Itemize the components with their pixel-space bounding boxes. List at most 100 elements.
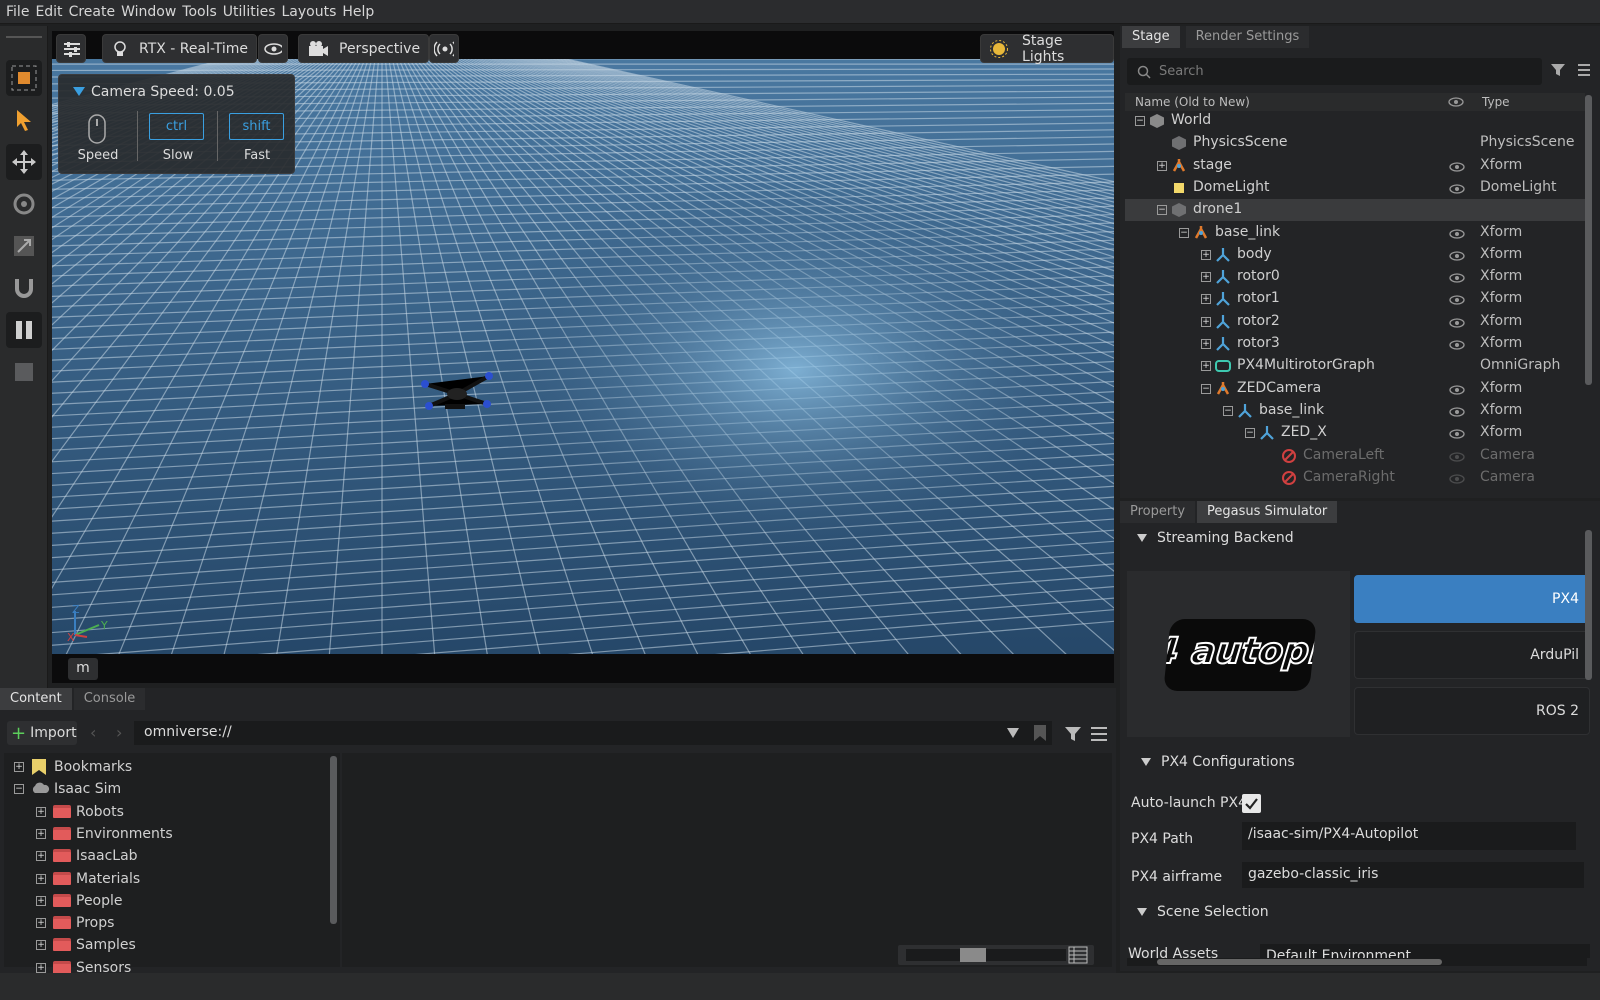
world-assets-dropdown[interactable]: Default Environment xyxy=(1260,944,1590,958)
menu-create[interactable]: Create xyxy=(69,4,116,20)
content-tree-item[interactable]: + People xyxy=(0,892,330,912)
stage-row-base-link[interactable]: − base_link Xform xyxy=(1125,400,1585,422)
stage-row-cameraleft[interactable]: CameraLeft Camera xyxy=(1125,445,1585,467)
stage-row-world[interactable]: − World xyxy=(1125,110,1585,132)
select-mode-icon[interactable] xyxy=(6,60,42,96)
tab-stage[interactable]: Stage xyxy=(1122,26,1180,48)
px4-config-header[interactable]: PX4 Configurations xyxy=(1127,754,1587,770)
visibility-eye-icon[interactable] xyxy=(1449,473,1465,489)
settings-sliders-icon[interactable] xyxy=(56,34,86,63)
collapse-icon[interactable]: − xyxy=(1201,383,1211,394)
px4-airframe-field[interactable]: gazebo-classic_iris xyxy=(1242,862,1584,888)
auto-launch-checkbox[interactable] xyxy=(1242,794,1261,813)
expand-icon[interactable]: + xyxy=(36,873,46,884)
content-tree-item[interactable]: + Environments xyxy=(0,825,330,845)
property-scrollbar[interactable] xyxy=(1585,530,1592,680)
import-button[interactable]: + Import xyxy=(7,721,77,745)
render-mode-button[interactable]: RTX - Real-Time xyxy=(102,34,258,63)
stage-row-zedcamera[interactable]: − ZEDCamera Xform xyxy=(1125,378,1585,400)
grid-view-icon[interactable] xyxy=(1068,946,1088,964)
forward-arrow-icon[interactable]: › xyxy=(116,723,122,742)
collapse-icon[interactable]: − xyxy=(1245,428,1255,439)
expand-icon[interactable]: + xyxy=(36,962,46,973)
collapse-icon[interactable]: − xyxy=(14,784,24,795)
stage-row-rotor0[interactable]: + rotor0 Xform xyxy=(1125,266,1585,288)
snap-magnet-icon[interactable] xyxy=(6,270,42,306)
backend-ros2-button[interactable]: ROS 2 xyxy=(1354,687,1590,735)
stage-row-physicsscene[interactable]: PhysicsScene PhysicsScene xyxy=(1125,132,1585,154)
tab-pegasus-simulator[interactable]: Pegasus Simulator xyxy=(1197,501,1338,523)
visibility-eye-icon[interactable] xyxy=(1449,228,1465,244)
slider-thumb[interactable] xyxy=(960,948,986,962)
px4-path-field[interactable]: /isaac-sim/PX4-Autopilot xyxy=(1242,822,1576,850)
expand-icon[interactable]: + xyxy=(36,918,46,929)
visibility-eye-icon[interactable] xyxy=(1449,428,1465,444)
collapse-icon[interactable]: − xyxy=(1157,205,1167,216)
path-input[interactable]: omniverse:// xyxy=(134,721,1052,745)
property-hscroll-thumb[interactable] xyxy=(1157,959,1442,965)
tab-property[interactable]: Property xyxy=(1120,501,1196,523)
visibility-eye-icon[interactable] xyxy=(1449,406,1465,422)
content-tree-scrollbar[interactable] xyxy=(330,756,337,924)
visibility-eye-icon[interactable] xyxy=(1449,272,1465,288)
col-name-header[interactable]: Name (Old to New) xyxy=(1135,95,1250,109)
visibility-eye-icon[interactable] xyxy=(1449,339,1465,355)
tab-render-settings[interactable]: Render Settings xyxy=(1185,26,1310,48)
expand-icon[interactable]: + xyxy=(1157,160,1167,171)
stage-lights-button[interactable]: Stage Lights xyxy=(980,33,1114,65)
tab-content[interactable]: Content xyxy=(0,688,72,710)
stage-row-base-link[interactable]: − base_link Xform xyxy=(1125,222,1585,244)
scene-selection-header[interactable]: Scene Selection xyxy=(1127,904,1587,920)
stage-row-drone1[interactable]: − drone1 xyxy=(1125,199,1585,222)
thumbnail-size-slider[interactable] xyxy=(898,945,1094,965)
menu-utilities[interactable]: Utilities xyxy=(223,4,276,20)
visibility-eye-icon[interactable] xyxy=(1449,183,1465,199)
menu-icon[interactable] xyxy=(1576,62,1592,78)
stage-row-px4multirotorgraph[interactable]: + PX4MultirotorGraph OmniGraph xyxy=(1125,355,1585,377)
broadcast-icon[interactable] xyxy=(429,34,459,63)
collapse-triangle-icon[interactable] xyxy=(73,87,85,97)
backend-ardupilot-button[interactable]: ArduPil xyxy=(1354,631,1590,679)
expand-icon[interactable]: + xyxy=(36,806,46,817)
expand-icon[interactable]: + xyxy=(1201,249,1211,260)
stage-row-domelight[interactable]: DomeLight DomeLight xyxy=(1125,177,1585,199)
stage-search-input[interactable]: Search xyxy=(1127,58,1542,85)
move-icon[interactable] xyxy=(6,144,42,180)
expand-icon[interactable]: + xyxy=(1201,316,1211,327)
col-type-header[interactable]: Type xyxy=(1482,95,1510,109)
menu-window[interactable]: Window xyxy=(121,4,176,20)
content-tree-item[interactable]: + Props xyxy=(0,914,330,934)
expand-icon[interactable]: + xyxy=(1201,339,1211,349)
menu-layouts[interactable]: Layouts xyxy=(282,4,337,20)
stage-row-zed-x[interactable]: − ZED_X Xform xyxy=(1125,422,1585,444)
expand-icon[interactable]: + xyxy=(36,940,46,951)
bookmark-icon[interactable] xyxy=(1032,724,1048,742)
select-arrow-icon[interactable] xyxy=(6,102,42,138)
backend-px4-button[interactable]: PX4 xyxy=(1354,575,1590,623)
expand-icon[interactable]: + xyxy=(1201,272,1211,283)
content-tree-item[interactable]: + Samples xyxy=(0,936,330,956)
expand-icon[interactable]: + xyxy=(36,895,46,906)
back-arrow-icon[interactable]: ‹ xyxy=(90,723,96,742)
menu-tools[interactable]: Tools xyxy=(182,4,217,20)
stage-row-stage[interactable]: + stage Xform xyxy=(1125,155,1585,177)
dropdown-arrow-icon[interactable] xyxy=(1006,727,1020,739)
drone[interactable] xyxy=(417,366,497,420)
menu-icon[interactable] xyxy=(1090,726,1108,742)
visibility-eye-icon[interactable] xyxy=(1449,250,1465,266)
visibility-eye-icon[interactable] xyxy=(258,34,288,63)
menu-file[interactable]: File xyxy=(6,4,29,20)
collapse-icon[interactable]: − xyxy=(1223,405,1233,416)
menu-edit[interactable]: Edit xyxy=(35,4,62,20)
camera-button[interactable]: Perspective xyxy=(298,34,430,63)
stage-row-rotor1[interactable]: + rotor1 Xform xyxy=(1125,288,1585,310)
content-tree-item[interactable]: + Materials xyxy=(0,870,330,890)
pause-icon[interactable] xyxy=(6,312,42,348)
menu-help[interactable]: Help xyxy=(342,4,374,20)
streaming-backend-header[interactable]: Streaming Backend xyxy=(1127,530,1587,546)
content-tree-item[interactable]: − Isaac Sim xyxy=(0,780,330,800)
visibility-eye-icon[interactable] xyxy=(1449,451,1465,467)
stage-row-rotor2[interactable]: + rotor2 Xform xyxy=(1125,311,1585,333)
expand-icon[interactable]: + xyxy=(14,762,24,772)
visibility-eye-icon[interactable] xyxy=(1449,294,1465,310)
